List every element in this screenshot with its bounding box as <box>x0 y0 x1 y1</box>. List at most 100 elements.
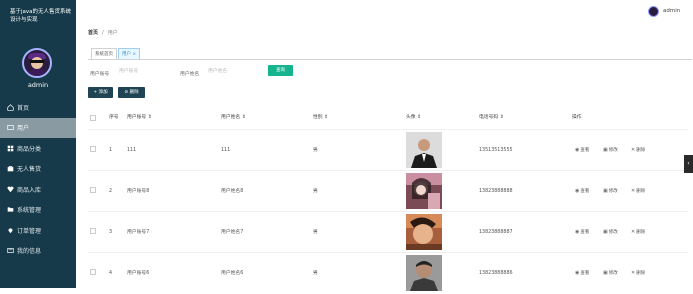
cell-phone: 13823888888 <box>479 189 513 194</box>
tab-home[interactable]: 系统首页 <box>91 48 117 59</box>
cell-account: 111 <box>127 148 137 153</box>
col-gender[interactable]: 性别 ⇕ <box>313 110 328 126</box>
pin-icon <box>6 226 14 234</box>
table-row: 2 用户账号8 用户姓名8 男 13823888888 ◉查看 ▣修改 ✕删除 <box>88 170 688 211</box>
close-icon: ✕ <box>631 188 636 194</box>
sidebar-item-user[interactable]: 用户 <box>0 117 76 138</box>
card-icon <box>6 247 14 255</box>
sidebar-item-label: 我的信息 <box>17 248 42 256</box>
side-panel-toggle[interactable]: ‹ <box>684 155 693 173</box>
edit-icon: ▣ <box>603 188 608 194</box>
delete-row-button[interactable]: ✕删除 <box>631 212 645 253</box>
sidebar-item-category[interactable]: 商品分类 <box>0 138 76 159</box>
avatar[interactable] <box>22 48 52 78</box>
chevron-left-icon: ‹ <box>687 160 690 167</box>
tab-bar: 系统首页 用户 × <box>88 47 692 60</box>
user-photo[interactable] <box>406 214 442 250</box>
edit-button[interactable]: ▣修改 <box>603 171 618 212</box>
row-checkbox[interactable] <box>90 187 96 193</box>
sidebar-username: admin <box>27 81 49 89</box>
sidebar-item-label: 商品入库 <box>17 186 42 194</box>
home-icon <box>6 103 14 111</box>
edit-button[interactable]: ▣修改 <box>603 212 618 253</box>
view-button[interactable]: ◉查看 <box>575 130 589 171</box>
query-button[interactable]: 查询 <box>268 65 293 76</box>
close-icon: ✕ <box>631 270 636 276</box>
cell-index: 3 <box>109 230 113 235</box>
delete-button-label: 删除 <box>129 90 139 95</box>
edit-icon: ▣ <box>603 270 608 276</box>
user-photo[interactable] <box>406 132 442 168</box>
edit-button[interactable]: ▣修改 <box>603 130 618 171</box>
cell-account: 用户账号7 <box>127 230 150 235</box>
view-button[interactable]: ◉查看 <box>575 212 589 253</box>
tab-user[interactable]: 用户 × <box>118 48 141 59</box>
sidebar-item-vending[interactable]: 无人售货 <box>0 159 76 180</box>
select-all-checkbox[interactable] <box>90 115 96 121</box>
table-row: 1 111 111 男 13513513555 ◉查看 ▣修改 ✕删除 <box>88 129 688 170</box>
sidebar-item-system[interactable]: 系统管理 <box>0 200 76 221</box>
eye-icon: ◉ <box>575 147 580 153</box>
col-account[interactable]: 用户账号 ⇕ <box>127 110 152 126</box>
sidebar: 基于java的无人售货系统设计与实现 admin 首页 用户 商品分类 无人售货… <box>0 0 76 288</box>
sidebar-item-home[interactable]: 首页 <box>0 97 76 118</box>
cell-gender: 男 <box>313 230 318 235</box>
delete-row-button[interactable]: ✕删除 <box>631 171 645 212</box>
cell-index: 2 <box>109 189 113 194</box>
grid-icon <box>6 144 14 152</box>
user-icon <box>6 124 14 132</box>
add-button[interactable]: + 添加 <box>88 87 113 98</box>
breadcrumb-current: 用户 <box>107 30 118 36</box>
topbar: admin <box>76 0 693 24</box>
sidebar-item-profile[interactable]: 我的信息 <box>0 241 76 262</box>
app-title: 基于java的无人售货系统设计与实现 <box>10 9 72 23</box>
sidebar-item-stock[interactable]: 商品入库 <box>0 179 76 200</box>
col-phone[interactable]: 电话号码 ⇕ <box>479 110 504 126</box>
close-icon: ✕ <box>631 147 636 153</box>
row-checkbox[interactable] <box>90 269 96 275</box>
edit-icon: ▣ <box>603 147 608 153</box>
table-row: 3 用户账号7 用户姓名7 男 13823888887 ◉查看 ▣修改 ✕删除 <box>88 211 688 252</box>
sidebar-item-label: 用户 <box>17 125 30 133</box>
cell-gender: 男 <box>313 189 318 194</box>
sidebar-item-label: 首页 <box>17 104 30 112</box>
bag-icon <box>6 165 14 173</box>
eye-icon: ◉ <box>575 229 580 235</box>
name-label: 用户姓名 <box>180 72 200 77</box>
table-row: 4 用户账号6 用户姓名6 男 13823888886 ◉查看 ▣修改 ✕删除 <box>88 252 688 293</box>
heart-icon <box>6 185 14 193</box>
delete-button[interactable]: ⊘ 删除 <box>118 87 145 98</box>
cell-name: 111 <box>221 148 231 153</box>
sidebar-item-orders[interactable]: 订单管理 <box>0 220 76 241</box>
delete-row-button[interactable]: ✕删除 <box>631 130 645 171</box>
sidebar-item-label: 订单管理 <box>17 227 42 235</box>
cell-phone: 13823888887 <box>479 230 513 235</box>
col-ops: 操作 <box>572 115 582 120</box>
col-avatar[interactable]: 头像 ⇕ <box>406 110 421 126</box>
header-username[interactable]: admin <box>663 8 680 14</box>
view-button[interactable]: ◉查看 <box>575 171 589 212</box>
header-avatar[interactable] <box>648 6 659 17</box>
cell-name: 用户姓名8 <box>221 189 244 194</box>
sidebar-item-label: 系统管理 <box>17 207 42 215</box>
eye-icon: ◉ <box>575 270 580 276</box>
folder-icon <box>6 206 14 214</box>
name-input[interactable]: 用户姓名 <box>206 66 258 77</box>
account-input[interactable]: 用户账号 <box>117 66 169 77</box>
cell-phone: 13513513555 <box>479 148 513 153</box>
col-name[interactable]: 用户姓名 ⇕ <box>221 110 246 126</box>
row-checkbox[interactable] <box>90 146 96 152</box>
cell-gender: 男 <box>313 148 318 153</box>
sidebar-item-label: 商品分类 <box>17 145 42 153</box>
breadcrumb-separator: / <box>102 29 104 36</box>
breadcrumb-home[interactable]: 首页 <box>88 29 98 36</box>
user-photo[interactable] <box>406 255 442 291</box>
sidebar-menu: 首页 用户 商品分类 无人售货 商品入库 系统管理 订单管理 我的信息 <box>0 97 76 261</box>
cell-name: 用户姓名7 <box>221 230 244 235</box>
close-icon: ✕ <box>631 229 636 235</box>
cell-index: 1 <box>109 148 113 153</box>
sidebar-item-label: 无人售货 <box>17 166 42 174</box>
row-checkbox[interactable] <box>90 228 96 234</box>
cell-account: 用户账号8 <box>127 189 150 194</box>
user-photo[interactable] <box>406 173 442 209</box>
